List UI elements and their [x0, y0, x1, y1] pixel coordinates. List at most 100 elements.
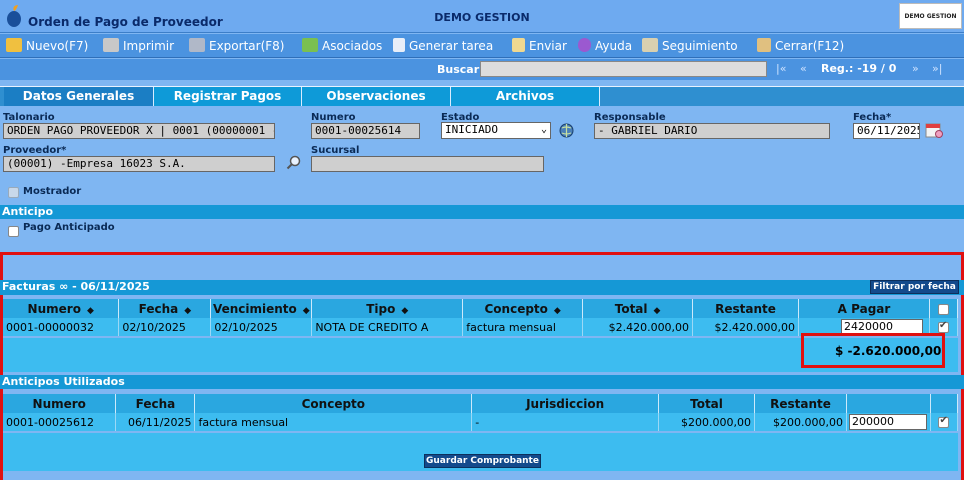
talonario-label: Talonario	[3, 112, 55, 123]
cell-total: $2.420.000,00	[582, 318, 694, 336]
close-button[interactable]: Cerrar(F12)	[757, 38, 844, 53]
cell-anticipo-jurisdiccion: -	[471, 413, 660, 431]
sucursal-label: Sucursal	[311, 145, 360, 156]
tracking-button[interactable]: Seguimiento	[642, 38, 738, 53]
tab-archivos[interactable]: Archivos	[451, 87, 600, 106]
col-anticipo-fecha[interactable]: Fecha	[115, 394, 196, 413]
close-button-label: Cerrar(F12)	[775, 39, 845, 53]
send-button-label: Enviar	[529, 39, 567, 53]
col-fecha-label: Fecha	[138, 301, 179, 316]
table-row[interactable]: 0001-00025612 06/11/2025 factura mensual…	[3, 413, 959, 431]
anticipos-section-header: Anticipos Utilizados	[0, 375, 964, 389]
title-bar: Orden de Pago de Proveedor DEMO GESTION …	[0, 0, 964, 33]
last-record-icon[interactable]: »|	[932, 62, 942, 75]
cell-concepto: factura mensual	[462, 318, 584, 336]
cell-anticipo-select	[930, 413, 959, 431]
col-tipo-label: Tipo	[366, 301, 396, 316]
fecha-field[interactable]: 06/11/2025	[853, 123, 920, 139]
associates-button-label: Asociados	[322, 39, 383, 53]
generate-task-button[interactable]: Generar tarea	[393, 38, 493, 53]
col-anticipo-restante[interactable]: Restante	[754, 394, 847, 413]
sort-icon: ◆	[553, 305, 561, 316]
col-restante[interactable]: Restante	[692, 299, 799, 318]
filter-by-date-button[interactable]: Filtrar por fecha	[870, 280, 959, 294]
row-select-checkbox[interactable]	[937, 320, 949, 333]
new-button[interactable]: Nuevo(F7)	[6, 38, 88, 53]
print-button-label: Imprimir	[123, 39, 175, 53]
proveedor-field[interactable]: (00001) -Empresa 16023 S.A.	[3, 156, 275, 172]
new-icon	[6, 38, 22, 52]
anticipo-section-header: Anticipo	[0, 205, 964, 219]
chevron-down-icon: ⌄	[540, 124, 547, 135]
col-vencimiento[interactable]: Vencimiento ◆	[210, 299, 313, 318]
search-icon[interactable]	[286, 155, 301, 170]
tab-observaciones[interactable]: Observaciones	[302, 87, 451, 106]
export-button[interactable]: Exportar(F8)	[189, 38, 284, 53]
col-concepto-label: Concepto	[484, 301, 548, 316]
col-select-all[interactable]	[929, 299, 959, 318]
cell-anticipo-total: $200.000,00	[658, 413, 755, 431]
sort-icon: ◆	[86, 305, 94, 316]
responsable-label: Responsable	[594, 112, 666, 123]
record-counter: Reg.: -19 / 0	[821, 62, 897, 75]
send-icon	[512, 38, 525, 52]
generate-task-button-label: Generar tarea	[409, 39, 494, 53]
help-button-label: Ayuda	[595, 39, 633, 53]
send-button[interactable]: Enviar	[512, 38, 567, 53]
col-fecha[interactable]: Fecha ◆	[118, 299, 212, 318]
proveedor-label: Proveedor*	[3, 145, 67, 156]
col-anticipo-jurisdiccion[interactable]: Jurisdiccion	[471, 394, 660, 413]
toolbar: Nuevo(F7) Imprimir Exportar(F8) Asociado…	[0, 34, 964, 58]
col-numero[interactable]: Numero ◆	[3, 299, 120, 318]
sort-icon: ◆	[653, 305, 661, 316]
cell-vencimiento: 02/10/2025	[210, 318, 313, 336]
first-record-icon[interactable]: |«	[776, 62, 786, 75]
search-input[interactable]	[480, 61, 767, 77]
numero-field[interactable]: 0001-00025614	[311, 123, 420, 139]
select-all-checkbox[interactable]	[937, 303, 949, 315]
tracking-icon	[642, 38, 658, 52]
print-button[interactable]: Imprimir	[103, 38, 174, 53]
col-tipo[interactable]: Tipo ◆	[311, 299, 464, 318]
facturas-header-row: Numero ◆ Fecha ◆ Vencimiento ◆ Tipo ◆ Concep…	[3, 299, 959, 318]
col-numero-label: Numero	[27, 301, 81, 316]
pago-anticipado-checkbox[interactable]	[8, 226, 19, 237]
company-name: DEMO GESTION	[434, 11, 530, 24]
anticipo-select-checkbox[interactable]	[938, 415, 950, 428]
responsable-field[interactable]: - GABRIEL DARIO	[594, 123, 830, 139]
previous-record-icon[interactable]: «	[800, 62, 807, 75]
col-total-label: Total	[614, 301, 648, 316]
sucursal-field[interactable]	[311, 156, 544, 172]
sort-icon: ◆	[184, 305, 192, 316]
numero-label: Numero	[311, 112, 356, 123]
facturas-table: Numero ◆ Fecha ◆ Vencimiento ◆ Tipo ◆ Concep…	[3, 299, 959, 336]
col-anticipo-concepto[interactable]: Concepto	[194, 394, 473, 413]
col-anticipo-select	[930, 394, 959, 413]
next-record-icon[interactable]: »	[912, 62, 919, 75]
fecha-label: Fecha*	[853, 112, 892, 123]
col-total[interactable]: Total ◆	[582, 299, 694, 318]
estado-select[interactable]: INICIADO ⌄	[441, 122, 551, 139]
search-label: Buscar	[437, 63, 480, 76]
col-a-pagar[interactable]: A Pagar	[798, 299, 930, 318]
cell-anticipo-valor: 200000	[846, 413, 931, 431]
calendar-icon[interactable]	[925, 121, 943, 139]
tab-bar: Datos Generales Registrar Pagos Observac…	[0, 86, 964, 106]
col-anticipo-numero[interactable]: Numero	[3, 394, 117, 413]
mostrador-checkbox[interactable]	[8, 187, 19, 198]
tab-datos-generales[interactable]: Datos Generales	[4, 87, 154, 106]
col-restante-label: Restante	[715, 301, 776, 316]
save-button[interactable]: Guardar Comprobante	[424, 454, 541, 468]
associates-button[interactable]: Asociados	[302, 38, 382, 53]
col-anticipo-total[interactable]: Total	[658, 394, 755, 413]
new-button-label: Nuevo(F7)	[26, 39, 89, 53]
tab-registrar-pagos[interactable]: Registrar Pagos	[154, 87, 302, 106]
talonario-field[interactable]: ORDEN PAGO PROVEEDOR X | 0001 (00000001 …	[3, 123, 275, 139]
globe-icon[interactable]	[559, 123, 574, 138]
col-concepto[interactable]: Concepto ◆	[462, 299, 584, 318]
anticipo-valor-input[interactable]: 200000	[848, 414, 927, 430]
export-button-label: Exportar(F8)	[209, 39, 285, 53]
col-a-pagar-label: A Pagar	[837, 301, 891, 316]
help-button[interactable]: Ayuda	[578, 38, 632, 53]
pago-anticipado-label: Pago Anticipado	[23, 222, 115, 233]
